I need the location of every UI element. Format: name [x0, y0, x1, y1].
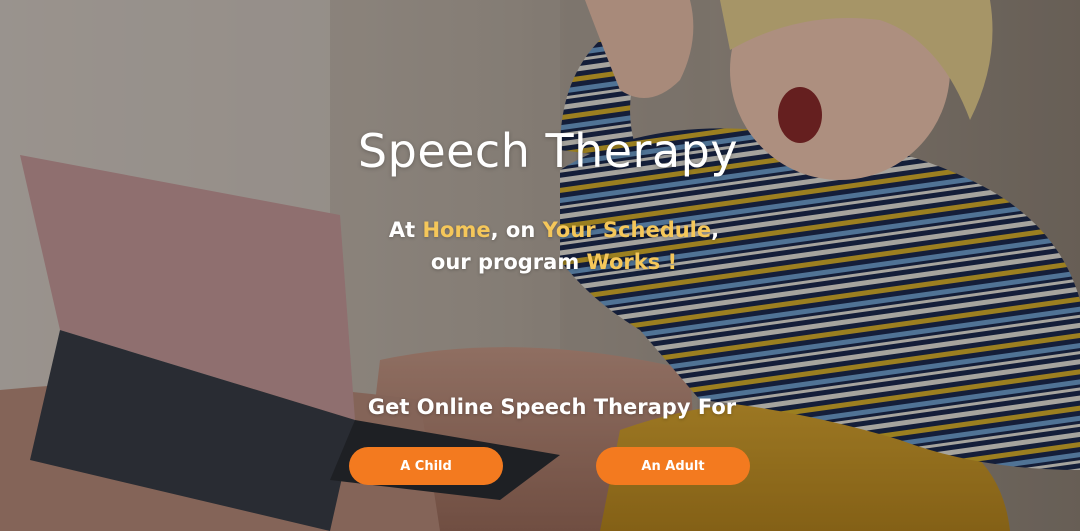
- tagline-line-1: At Home, on Your Schedule,: [0, 214, 1080, 246]
- hero-tagline: At Home, on Your Schedule, our program W…: [0, 214, 1080, 278]
- hero-section: Speech Therapy At Home, on Your Schedule…: [0, 0, 1080, 531]
- tagline-text: At: [388, 218, 423, 242]
- tagline-text: our program: [430, 250, 587, 274]
- tagline-text: ,: [711, 218, 720, 242]
- child-button[interactable]: A Child: [349, 447, 503, 485]
- cta-heading: Get Online Speech Therapy For: [367, 395, 737, 419]
- tagline-highlight-schedule: Your Schedule: [542, 218, 712, 242]
- tagline-text: , on: [490, 218, 543, 242]
- page-title: Speech Therapy: [357, 124, 739, 178]
- adult-button[interactable]: An Adult: [596, 447, 750, 485]
- tagline-highlight-home: Home: [422, 218, 491, 242]
- tagline-highlight-works: Works !: [586, 250, 678, 274]
- hero-content: Speech Therapy At Home, on Your Schedule…: [0, 0, 1080, 531]
- tagline-line-2: our program Works !: [0, 246, 1080, 278]
